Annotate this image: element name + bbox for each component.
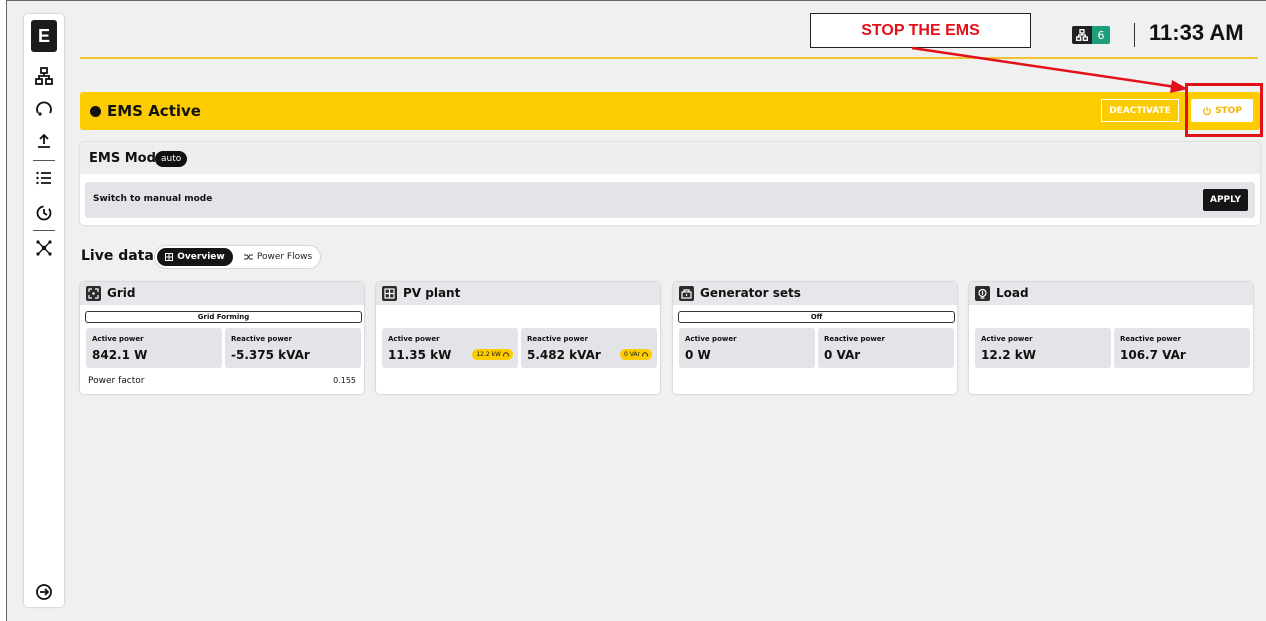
sidebar-divider xyxy=(33,230,55,231)
active-power-tile: Active power 11.35 kW 12.2 kW xyxy=(382,328,518,368)
ems-mode-header xyxy=(80,142,1260,174)
ems-mode-panel: EMS Mode auto Switch to manual mode APPL… xyxy=(80,142,1260,225)
generator-sets-card: Generator sets Off Active power 0 W Reac… xyxy=(673,282,957,394)
mode-switch-label: Switch to manual mode xyxy=(93,194,213,204)
metric-label: Active power xyxy=(981,335,1033,343)
gauge-icon xyxy=(503,351,509,357)
active-power-tile: Active power 842.1 W xyxy=(86,328,222,368)
power-factor-value: 0.155 xyxy=(333,376,356,385)
metric-label: Active power xyxy=(388,335,440,343)
users-icon xyxy=(1072,26,1092,44)
metric-value: 11.35 kW xyxy=(388,348,452,362)
load-card: Load Active power 12.2 kW Reactive power… xyxy=(969,282,1253,394)
history-icon[interactable] xyxy=(32,200,56,224)
reactive-power-tile: Reactive power 106.7 VAr xyxy=(1114,328,1250,368)
ems-status-title: EMS Active xyxy=(107,102,201,120)
metric-label: Reactive power xyxy=(527,335,588,343)
tab-overview[interactable]: Overview xyxy=(157,248,233,266)
logout-icon[interactable] xyxy=(32,580,56,604)
reactive-power-tile: Reactive power 0 VAr xyxy=(818,328,954,368)
ems-status-bar: EMS Active DEACTIVATE STOP xyxy=(80,92,1260,130)
deactivate-button[interactable]: DEACTIVATE xyxy=(1101,99,1179,122)
metric-label: Reactive power xyxy=(231,335,292,343)
card-title: PV plant xyxy=(403,286,461,300)
metric-value: 5.482 kVAr xyxy=(527,348,601,362)
logo-letter: E xyxy=(37,25,50,46)
gauge-icon xyxy=(642,351,648,357)
annotation-text: STOP THE EMS xyxy=(861,21,980,39)
status-dot-icon xyxy=(90,106,101,117)
grid-card: Grid Grid Forming Active power 842.1 W R… xyxy=(80,282,364,394)
card-title: Load xyxy=(996,286,1029,300)
card-title: Generator sets xyxy=(700,286,801,300)
card-title: Grid xyxy=(107,286,136,300)
clock: 11:33 AM xyxy=(1149,20,1244,45)
setpoint-value: 0 VAr xyxy=(623,351,640,358)
network-icon[interactable] xyxy=(32,236,56,260)
metric-label: Active power xyxy=(685,335,737,343)
active-power-tile: Active power 12.2 kW xyxy=(975,328,1111,368)
grid-icon xyxy=(86,286,101,301)
topology-icon[interactable] xyxy=(32,64,56,88)
metric-value: 0 W xyxy=(685,348,711,362)
mode-switch-row: Switch to manual mode APPLY xyxy=(85,182,1255,218)
app-logo[interactable]: E xyxy=(31,20,57,52)
highlight-box xyxy=(1185,83,1263,137)
setpoint-badge: 0 VAr xyxy=(619,349,652,360)
metric-label: Active power xyxy=(92,335,144,343)
metric-value: -5.375 kVAr xyxy=(231,348,310,362)
sidebar: E xyxy=(24,14,64,607)
generator-icon xyxy=(679,286,694,301)
load-icon xyxy=(975,286,990,301)
setpoint-value: 12.2 kW xyxy=(476,351,501,358)
ems-mode-chip: auto xyxy=(155,151,188,167)
setpoint-badge: 12.2 kW xyxy=(472,349,513,360)
metric-label: Reactive power xyxy=(1120,335,1181,343)
reactive-power-tile: Reactive power 5.482 kVAr 0 VAr xyxy=(521,328,657,368)
users-count: 6 xyxy=(1092,26,1110,44)
active-power-tile: Active power 0 W xyxy=(679,328,815,368)
ems-mode-title: EMS Mode xyxy=(89,151,165,166)
header-divider xyxy=(80,57,1258,59)
header-separator xyxy=(1134,23,1135,47)
metric-value: 0 VAr xyxy=(824,348,861,362)
metric-label: Reactive power xyxy=(824,335,885,343)
grid-view-icon xyxy=(165,253,174,261)
pv-plant-card: PV plant Active power 11.35 kW 12.2 kW R… xyxy=(376,282,660,394)
shuffle-icon xyxy=(243,254,253,260)
apply-button[interactable]: APPLY xyxy=(1203,189,1248,211)
solar-panel-icon xyxy=(382,286,397,301)
tab-power-flows[interactable]: Power Flows xyxy=(237,248,319,266)
tab-overview-label: Overview xyxy=(177,252,225,262)
live-data-tabs: Overview Power Flows xyxy=(154,245,321,269)
gauge-icon[interactable] xyxy=(32,97,56,121)
metric-value: 12.2 kW xyxy=(981,348,1037,362)
connected-users-badge[interactable]: 6 xyxy=(1072,26,1110,44)
status-badge: Off xyxy=(678,311,955,323)
upload-icon[interactable] xyxy=(32,129,56,153)
list-icon[interactable] xyxy=(32,166,56,190)
sidebar-divider xyxy=(33,160,55,161)
power-factor-label: Power factor xyxy=(88,376,145,386)
metric-value: 842.1 W xyxy=(92,348,148,362)
metric-value: 106.7 VAr xyxy=(1120,348,1186,362)
live-data-title: Live data xyxy=(81,248,154,264)
status-badge: Grid Forming xyxy=(85,311,362,323)
reactive-power-tile: Reactive power -5.375 kVAr xyxy=(225,328,361,368)
tab-power-flows-label: Power Flows xyxy=(256,252,313,262)
annotation-callout: STOP THE EMS xyxy=(810,13,1031,48)
